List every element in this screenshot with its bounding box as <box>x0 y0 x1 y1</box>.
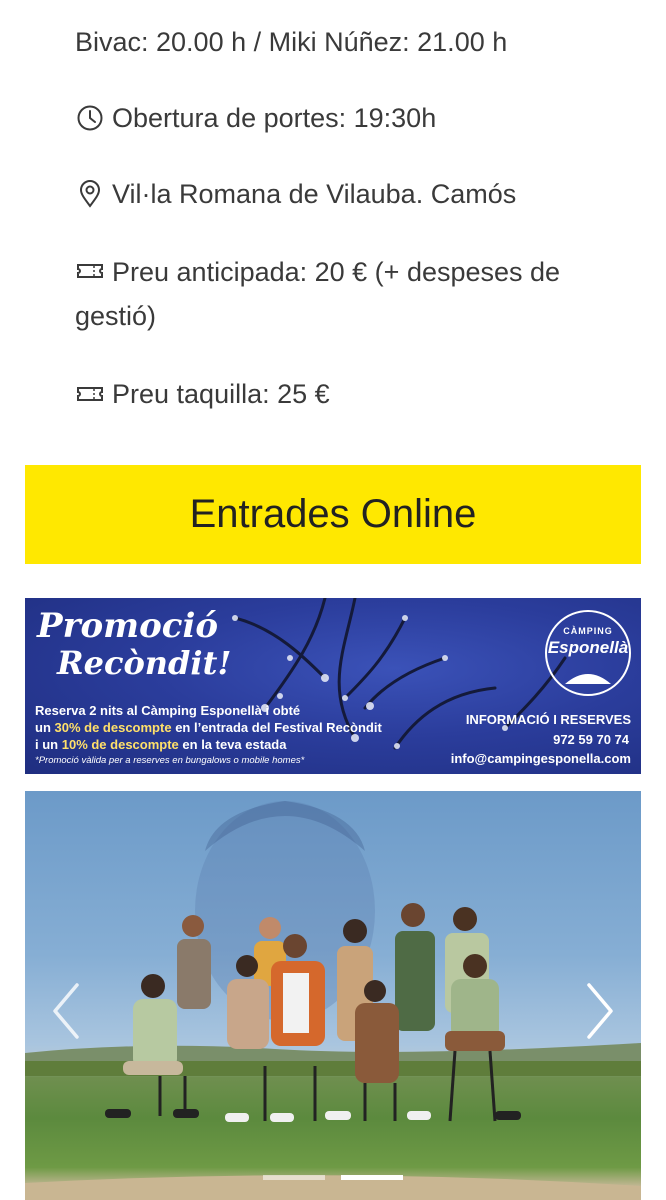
image-slider[interactable] <box>25 791 641 1200</box>
schedule-text: Bivac: 20.00 h / Miki Núñez: 21.00 h <box>75 27 508 57</box>
slider-next-button[interactable] <box>577 981 621 1041</box>
doors-text: Obertura de portes: 19:30h <box>112 103 437 133</box>
promo-email[interactable]: info@campingesponella.com <box>451 751 631 766</box>
logo-big-text: Esponellà <box>547 638 629 657</box>
venue-text: Vil·la Romana de Vilauba. Camós <box>112 179 517 209</box>
ticket-icon <box>75 379 105 409</box>
promo-title-line2: Recòndit! <box>57 644 232 682</box>
slider-pagination <box>25 1175 641 1180</box>
advance-price-line: Preu anticipada: 20 € (+ despeses de ges… <box>75 250 635 338</box>
promo-text-line3: i un 10% de descompte en la teva estada <box>35 737 287 752</box>
box-office-price-line: Preu taquilla: 25 € <box>75 372 635 416</box>
discount-10-highlight: 10% de descompte <box>61 737 179 752</box>
slider-prev-button[interactable] <box>45 981 89 1041</box>
band-photo <box>25 801 641 1200</box>
logo-small-text: CÀMPING <box>563 626 613 636</box>
online-tickets-button[interactable]: Entrades Online <box>25 465 641 564</box>
ticket-icon <box>75 256 105 286</box>
chevron-right-icon <box>587 983 613 1039</box>
promo-info-title: INFORMACIÓ I RESERVES <box>465 712 631 727</box>
promo-text-line1: Reserva 2 nits al Càmping Esponellà i ob… <box>35 703 301 718</box>
promo-banner[interactable]: Promoció Recòndit! Reserva 2 nits al Càm… <box>25 598 641 774</box>
tent-icon <box>565 674 611 684</box>
advance-price-text: Preu anticipada: 20 € (+ despeses de ges… <box>75 257 561 331</box>
location-pin-icon <box>75 179 105 209</box>
clock-icon <box>75 103 105 133</box>
box-office-price-text: Preu taquilla: 25 € <box>112 379 330 409</box>
promo-note: *Promoció vàlida per a reserves en bunga… <box>35 755 305 766</box>
slider-dot-1[interactable] <box>263 1175 325 1180</box>
promo-phone[interactable]: 972 59 70 74 <box>553 732 629 747</box>
venue-line: Vil·la Romana de Vilauba. Camós <box>75 172 635 216</box>
promo-title-line1: Promoció <box>37 606 219 646</box>
camping-esponella-logo: CÀMPING Esponellà <box>545 610 631 696</box>
promo-text-line2: un 30% de descompte en l’entrada del Fes… <box>35 720 382 735</box>
online-tickets-label: Entrades Online <box>189 492 477 536</box>
discount-30-highlight: 30% de descompte <box>54 720 172 735</box>
slider-dot-2[interactable] <box>341 1175 403 1180</box>
schedule-line: Bivac: 20.00 h / Miki Núñez: 21.00 h <box>75 20 635 64</box>
doors-line: Obertura de portes: 19:30h <box>75 96 635 140</box>
chevron-left-icon <box>53 983 79 1039</box>
